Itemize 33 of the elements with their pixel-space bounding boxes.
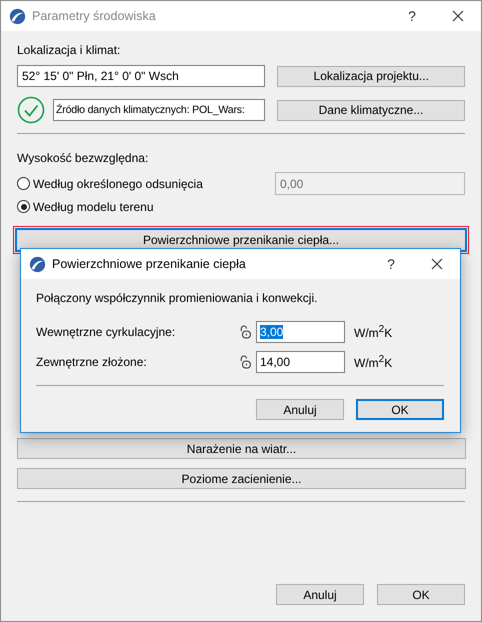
value-field[interactable]: 3,00: [256, 321, 345, 343]
radio-label[interactable]: Według określonego odsunięcia: [33, 176, 275, 190]
climate-data-button[interactable]: Dane klimatyczne...: [277, 100, 465, 120]
unit-label: W/m$^{2}$K: [354, 354, 392, 370]
section-label: Lokalizacja i klimat:: [17, 43, 122, 58]
wind-exposure-button[interactable]: Narażenie na wiatr...: [17, 438, 466, 459]
close-icon: [431, 258, 443, 270]
cancel-button[interactable]: Anuluj: [276, 584, 364, 605]
app-logo-icon: [9, 8, 26, 24]
cancel-button[interactable]: Anuluj: [256, 399, 344, 420]
description-text: Połączony współczynnik promieniowania i konwekcji.: [36, 291, 318, 307]
radio-button[interactable]: [17, 177, 30, 190]
unlocked-icon[interactable]: [240, 355, 252, 369]
unlocked-icon[interactable]: [240, 325, 252, 339]
unit-label: W/m$^{2}$K: [354, 324, 392, 340]
field-label: Wewnętrzne cyrkulacyjne:: [36, 325, 176, 339]
ok-button[interactable]: OK: [356, 399, 444, 420]
radio-button[interactable]: [17, 200, 30, 213]
help-button[interactable]: ?: [389, 1, 435, 31]
radio-label[interactable]: Według modelu terenu: [33, 200, 465, 214]
location-button[interactable]: Lokalizacja projektu...: [277, 66, 465, 86]
shading-button[interactable]: Poziome zacienienie...: [17, 468, 466, 489]
window-title: Parametry środowiska: [32, 9, 157, 23]
climate-source-field[interactable]: Źródło danych klimatycznych: POL_Wars:: [53, 99, 265, 121]
close-icon: [452, 10, 464, 22]
help-button[interactable]: ?: [368, 249, 414, 279]
field-label: Zewnętrzne złożone:: [36, 355, 148, 369]
value-field[interactable]: 14,00: [256, 351, 345, 373]
window-title: Powierzchniowe przenikanie ciepła: [52, 257, 247, 271]
app-logo-icon: [29, 256, 46, 272]
ok-button[interactable]: OK: [377, 584, 465, 605]
section-label: Wysokość bezwzględna:: [17, 151, 150, 166]
coordinates-field[interactable]: 52° 15' 0" Płn, 21° 0' 0" Wsch: [17, 65, 266, 87]
